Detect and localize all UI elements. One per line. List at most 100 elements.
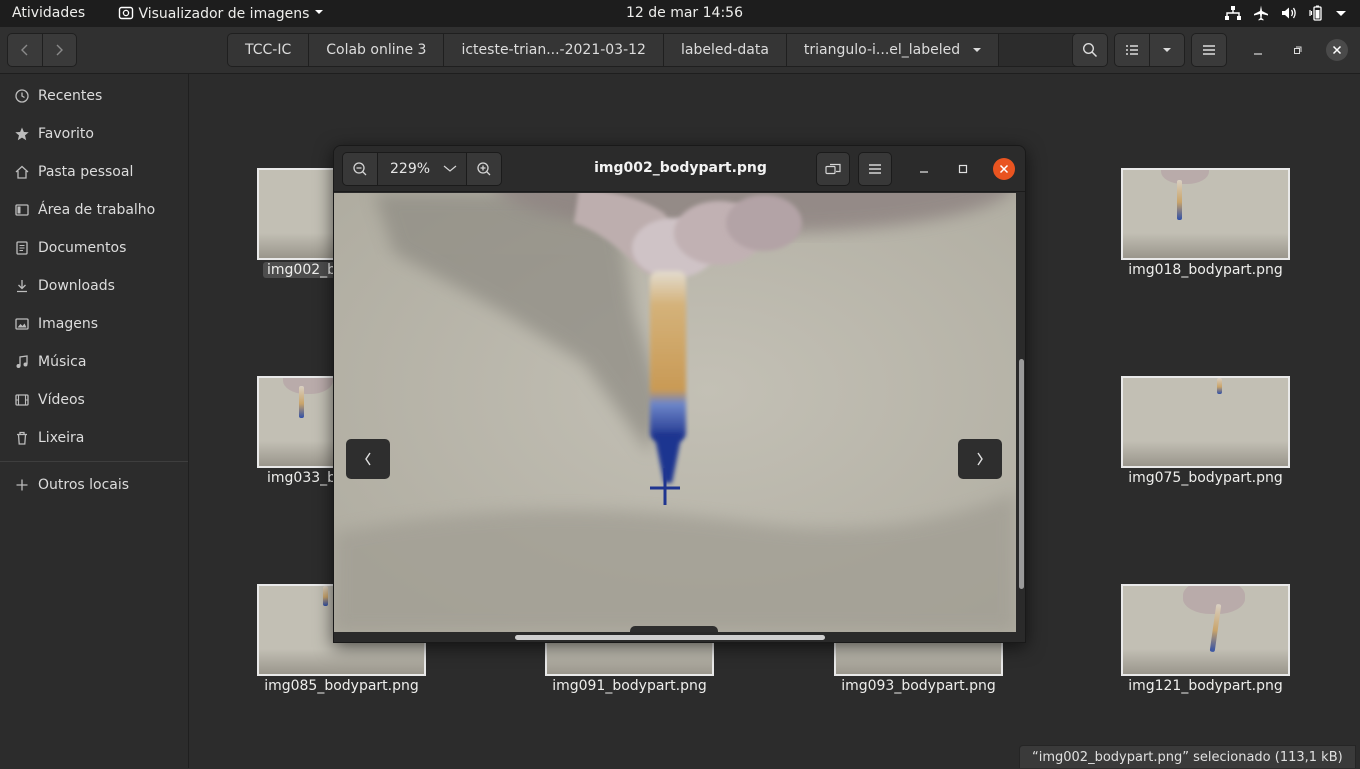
sidebar-item-lixeira[interactable]: Lixeira [0,420,188,456]
system-menu-chevron-icon[interactable] [1332,4,1350,22]
sidebar-item-documentos[interactable]: Documentos [0,230,188,266]
sidebar-item-imagens[interactable]: Imagens [0,306,188,342]
thumbnail-pen [323,586,328,606]
sidebar-item-label: Imagens [38,316,99,332]
airplane-mode-icon[interactable] [1252,4,1270,22]
sidebar-item-label: Outros locais [38,477,130,493]
file-name: img093_bodypart.png [841,678,996,694]
previous-image-button[interactable] [346,439,390,479]
image-canvas[interactable] [334,193,1016,632]
hamburger-menu-icon [1203,45,1215,55]
sidebar-item-label: Recentes [38,88,103,104]
sidebar-item-favorito[interactable]: Favorito [0,116,188,152]
restore-icon [1294,46,1302,54]
horizontal-scrollbar[interactable] [334,632,1025,642]
breadcrumb-icteste[interactable]: icteste-trian...-2021-03-12 [444,34,664,66]
thumbnail-shadow [1123,233,1288,258]
file-name: img002_b [263,262,341,278]
forward-button[interactable] [43,34,77,66]
file-thumbnail [1121,168,1290,260]
viewer-close-button[interactable] [993,158,1015,180]
breadcrumb-labeled-data[interactable]: labeled-data [664,34,787,66]
close-button[interactable] [1326,39,1348,61]
sidebar-item-musica[interactable]: Música [0,344,188,380]
file-thumbnail [1121,584,1290,676]
viewer-minimize-button[interactable] [914,159,934,179]
music-icon [16,355,28,368]
sidebar-item-label: Área de trabalho [38,202,156,218]
sidebar-item-outros-locais[interactable]: Outros locais [0,467,188,503]
thumbnail-shadow [547,649,712,674]
breadcrumb-colab-online-3[interactable]: Colab online 3 [309,34,445,66]
vertical-scrollbar[interactable] [1017,193,1025,632]
fullscreen-icon [825,163,841,175]
back-button[interactable] [8,34,43,66]
thumbnail-pen [1217,378,1222,394]
list-view-icon [1125,45,1138,55]
sidebar-item-downloads[interactable]: Downloads [0,268,188,304]
sidebar-item-label: Favorito [38,126,94,142]
chevron-down-icon [1162,48,1171,52]
app-menu[interactable]: Visualizador de imagens [118,5,324,22]
thumbnail-hand [1161,170,1209,184]
next-image-button[interactable] [958,439,1002,479]
breadcrumb-tcc-ic[interactable]: TCC-IC [228,34,310,66]
clock[interactable]: 12 de mar 14:56 [626,5,743,21]
volume-icon[interactable] [1280,4,1298,22]
sidebar-item-videos[interactable]: Vídeos [0,382,188,418]
thumbnail-pen [299,386,304,418]
battery-icon[interactable] [1308,4,1326,22]
chevron-left-icon [365,452,371,466]
restore-button[interactable] [1287,41,1307,61]
chevron-right-icon [977,452,983,466]
vertical-scrollbar-thumb[interactable] [1019,359,1024,589]
download-icon [17,280,27,293]
minimize-button[interactable] [1248,41,1268,61]
viewer-maximize-button[interactable] [953,159,973,179]
minimize-icon [920,171,928,173]
activities-button[interactable]: Atividades [12,5,85,21]
file-thumbnail [1121,376,1290,468]
places-sidebar: Recentes Favorito Pasta pessoal Área de … [0,74,189,768]
sidebar-item-area-de-trabalho[interactable]: Área de trabalho [0,192,188,228]
history-nav-group [7,33,77,67]
sidebar-item-label: Música [38,354,87,370]
sidebar-item-label: Pasta pessoal [38,164,134,180]
main-menu-button[interactable] [1191,33,1227,67]
maximize-icon [958,164,968,174]
home-icon [15,165,29,179]
chevron-left-icon [20,44,28,56]
file-name: img033_b [267,470,337,486]
viewer-menu-button[interactable] [858,152,892,186]
video-icon [15,394,29,406]
fullscreen-button[interactable] [816,152,850,186]
desktop-icon [15,204,29,216]
thumbnail-pen [1177,180,1182,220]
breadcrumb-current-label: triangulo-i...el_labeled [803,42,961,58]
app-name: Visualizador de imagens [138,6,310,22]
sidebar-item-label: Vídeos [38,392,85,408]
chevron-down-icon [314,10,323,14]
search-button[interactable] [1072,33,1108,67]
view-options-group [1114,33,1185,67]
breadcrumb-current-folder[interactable]: triangulo-i...el_labeled [787,34,1000,66]
plus-icon [16,479,28,491]
sidebar-item-label: Documentos [38,240,127,256]
close-icon [999,164,1009,174]
list-view-button[interactable] [1115,34,1150,66]
clock-icon [15,89,29,103]
network-icon[interactable] [1224,4,1242,22]
sidebar-item-pasta-pessoal[interactable]: Pasta pessoal [0,154,188,190]
files-header-bar: TCC-IC Colab online 3 icteste-trian...-2… [0,27,1360,74]
thumbnail-shadow [259,649,424,674]
thumbnail-hand [283,378,333,394]
file-name: img121_bodypart.png [1128,678,1283,694]
horizontal-scrollbar-thumb[interactable] [515,635,825,640]
file-name: img018_bodypart.png [1128,262,1283,278]
sidebar-item-recentes[interactable]: Recentes [0,78,188,114]
sidebar-item-label: Lixeira [38,430,85,446]
close-icon [1332,45,1342,55]
search-icon [1082,42,1098,58]
view-options-button[interactable] [1150,34,1185,66]
minimize-icon [1254,53,1262,55]
